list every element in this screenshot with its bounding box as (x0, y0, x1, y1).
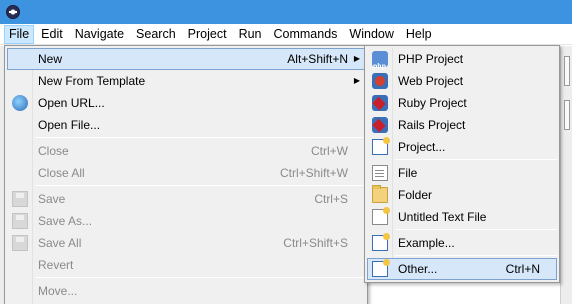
globe-icon (12, 95, 28, 111)
panel-tab[interactable] (564, 100, 570, 130)
menu-item-label: Rails Project (398, 118, 466, 132)
menu-item-shortcut: Alt+Shift+N (287, 52, 348, 66)
menu-separator (35, 185, 365, 186)
menu-item-ruby-project[interactable]: Ruby Project (367, 92, 557, 114)
menu-item-other[interactable]: Other... Ctrl+N (367, 258, 557, 280)
rails-project-icon (372, 117, 388, 133)
php-project-icon: php (372, 51, 388, 70)
new-project-icon (372, 137, 390, 155)
menu-item-label: Close (38, 144, 69, 158)
menu-item-label: Save As... (38, 214, 93, 228)
menu-separator (35, 277, 365, 278)
menu-item-revert[interactable]: Revert (7, 254, 365, 276)
menu-item-folder[interactable]: Folder (367, 184, 557, 206)
menu-separator (395, 255, 557, 256)
menu-item-save-all[interactable]: Save All Ctrl+Shift+S (7, 232, 365, 254)
web-project-icon (372, 73, 388, 89)
file-menu-dropdown: New Alt+Shift+N ▶ New From Template ▶ Op… (4, 45, 368, 304)
menu-item-php-project[interactable]: php PHP Project (367, 48, 557, 70)
menu-item-label: Example... (398, 236, 455, 250)
menu-help[interactable]: Help (401, 25, 437, 44)
menu-item-label: Revert (38, 258, 74, 272)
menu-item-shortcut: Ctrl+S (314, 192, 348, 206)
menu-separator (35, 137, 365, 138)
file-icon (372, 165, 388, 181)
menu-item-rails-project[interactable]: Rails Project (367, 114, 557, 136)
menu-item-label: Open URL... (38, 96, 105, 110)
text-file-icon (372, 207, 390, 225)
menu-separator (395, 229, 557, 230)
menu-item-close-all[interactable]: Close All Ctrl+Shift+W (7, 162, 365, 184)
menu-item-shortcut: Ctrl+Shift+W (279, 166, 348, 180)
menu-navigate[interactable]: Navigate (70, 25, 129, 44)
submenu-arrow-icon: ▶ (353, 76, 360, 85)
menu-item-label: Other... (398, 262, 438, 276)
menu-edit[interactable]: Edit (36, 25, 68, 44)
menu-item-label: Move... (38, 284, 78, 298)
menu-item-label: Untitled Text File (398, 210, 487, 224)
menu-item-label: Save All (38, 236, 82, 250)
menu-project[interactable]: Project (183, 25, 232, 44)
menu-commands[interactable]: Commands (269, 25, 343, 44)
menu-item-open-url[interactable]: Open URL... (7, 92, 365, 114)
menu-run[interactable]: Run (234, 25, 267, 44)
menu-file[interactable]: File (4, 24, 35, 44)
other-wizard-icon (372, 259, 390, 277)
menu-bar: File Edit Navigate Search Project Run Co… (0, 24, 572, 45)
menu-item-label: PHP Project (398, 52, 464, 66)
menu-item-save-as[interactable]: Save As... (7, 210, 365, 232)
menu-item-close[interactable]: Close Ctrl+W (7, 140, 365, 162)
menu-item-label: Ruby Project (398, 96, 467, 110)
menu-item-label: Folder (398, 188, 433, 202)
eclipse-app-icon[interactable] (6, 5, 20, 19)
menu-item-new-from-template[interactable]: New From Template ▶ (7, 70, 365, 92)
menu-separator (395, 159, 557, 160)
menu-item-move[interactable]: Move... (7, 280, 365, 302)
window-title-bar (0, 0, 572, 24)
menu-item-shortcut: Ctrl+N (505, 262, 540, 276)
menu-item-untitled-text-file[interactable]: Untitled Text File (367, 206, 557, 228)
menu-item-label: New From Template (38, 74, 146, 88)
menu-item-save[interactable]: Save Ctrl+S (7, 188, 365, 210)
new-submenu-dropdown: php PHP Project Web Project Ruby Project… (364, 45, 560, 283)
menu-item-label: New (38, 52, 63, 66)
ruby-project-icon (372, 95, 388, 111)
panel-tab[interactable] (564, 56, 570, 86)
example-icon (372, 233, 390, 251)
menu-item-label: Project... (398, 140, 446, 154)
menu-item-open-file[interactable]: Open File... (7, 114, 365, 136)
menu-item-shortcut: Ctrl+Shift+S (283, 236, 348, 250)
menu-item-label: Close All (38, 166, 85, 180)
menu-item-label: Save (38, 192, 66, 206)
save-icon (12, 191, 28, 207)
folder-icon (372, 185, 388, 203)
menu-item-file[interactable]: File (367, 162, 557, 184)
menu-item-web-project[interactable]: Web Project (367, 70, 557, 92)
workbench-side-panel (560, 46, 572, 304)
save-as-icon (12, 213, 28, 229)
menu-window[interactable]: Window (344, 25, 398, 44)
menu-item-label: File (398, 166, 418, 180)
menu-item-new[interactable]: New Alt+Shift+N ▶ (7, 48, 365, 70)
menu-item-example[interactable]: Example... (367, 232, 557, 254)
save-all-icon (12, 235, 28, 251)
submenu-arrow-icon: ▶ (353, 54, 360, 63)
menu-item-label: Web Project (398, 74, 464, 88)
menu-search[interactable]: Search (131, 25, 181, 44)
menu-item-shortcut: Ctrl+W (311, 144, 348, 158)
menu-item-label: Open File... (38, 118, 101, 132)
menu-item-project[interactable]: Project... (367, 136, 557, 158)
